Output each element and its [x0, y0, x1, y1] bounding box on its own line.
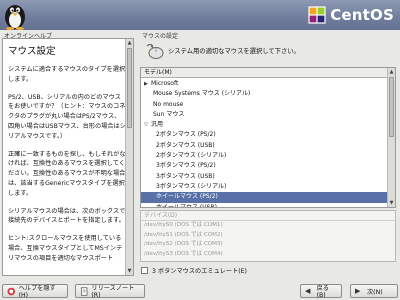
list-item-label: Mouse Systems マウス (シリアル) [153, 90, 251, 98]
list-column-header[interactable]: モデル(M) [141, 68, 389, 78]
scroll-down-arrow-icon[interactable]: ▼ [388, 199, 395, 207]
list-item-label: Sun マウス [153, 110, 185, 118]
device-row[interactable]: /dev/ttyS2 (DOS では COM3) [141, 240, 395, 250]
help-content: マウス設定 システムに適合するマウスのタイプを選択します。 PS/2、USB、シ… [8, 43, 126, 272]
list-item[interactable]: 3ボタンマウス (USB) [141, 172, 389, 182]
list-item-label: 3ボタンマウス (USB) [156, 172, 215, 180]
list-item-label: ホイールマウス (USB) [156, 203, 217, 208]
device-row[interactable]: /dev/ttyS0 (DOS では COM1) [141, 221, 395, 231]
list-item[interactable]: 2ボタンマウス (PS/2) [141, 130, 389, 140]
list-item-label: ホイールマウス (PS/2) [156, 193, 218, 201]
list-scrollbar[interactable]: ▲ ▼ [387, 68, 395, 207]
scroll-thumb[interactable] [389, 77, 394, 137]
emulate-3-button-label[interactable]: 3 ボタンマウスのエミュレート(E) [152, 266, 247, 275]
collapsed-triangle-icon[interactable]: ▶ [144, 79, 151, 89]
list-group-row[interactable]: ▶ Microsoft [141, 79, 389, 89]
emulate-3-button-row[interactable]: 3 ボタンマウスのエミュレート(E) [141, 265, 247, 275]
back-arrow-icon: ◀ [305, 286, 311, 295]
help-paragraph: 正確に一致するものを探し、もしそれがなければ、互換性のあるマウスを選択してくださ… [8, 150, 126, 197]
help-paragraph: ヒント:スクロールマウスを使用している場合、互換マウスタイプとしてMSインテリマ… [8, 235, 123, 262]
help-paragraph: システムに適合するマウスのタイプを選択します。 [8, 66, 126, 83]
device-row[interactable]: /dev/ttyS3 (DOS では COM4) [141, 250, 395, 260]
list-group-row[interactable]: ▽ 汎用 [141, 120, 389, 130]
scroll-up-arrow-icon[interactable]: ▲ [388, 68, 395, 76]
list-rows: ▶ Microsoft Mouse Systems マウス (シリアル) No mou… [141, 79, 389, 208]
list-item-label: 2ボタンマウス (PS/2) [156, 131, 216, 139]
list-item[interactable]: ホイールマウス (USB) [141, 203, 389, 208]
list-item[interactable]: Mouse Systems マウス (シリアル) [141, 89, 389, 99]
list-item[interactable]: 2ボタンマウス (シリアル) [141, 151, 389, 161]
list-item[interactable]: 3ボタンマウス (PS/2) [141, 161, 389, 171]
help-icon [7, 287, 16, 295]
back-button[interactable]: ◀ 戻る(B) [300, 284, 342, 299]
device-list-header: デバイス(D) [141, 211, 395, 221]
list-item-label: 3ボタンマウス (シリアル) [156, 182, 227, 190]
centos-emblem-icon [308, 6, 326, 24]
list-item[interactable]: 2ボタンマウス (USB) [141, 141, 389, 151]
list-item-label: No mouse [153, 100, 184, 108]
back-label: 戻る(B) [316, 285, 329, 299]
help-title: マウス設定 [8, 46, 56, 57]
scroll-thumb[interactable] [127, 48, 132, 128]
scroll-down-arrow-icon[interactable]: ▼ [126, 267, 133, 275]
header-bar: CentOS [0, 0, 400, 30]
mouse-model-list[interactable]: モデル(M) ▶ Microsoft Mouse Systems マウス (シリアル… [140, 67, 396, 208]
next-label: 次(N) [367, 288, 383, 296]
help-scrollbar[interactable]: ▲ ▼ [125, 39, 133, 275]
release-notes-label: リリースノート(R) [91, 285, 135, 299]
hide-help-label: ヘルプを隠す(H) [18, 285, 56, 299]
help-paragraph: PS/2、USB、シリアルの内のどのマウスをお使いですか？（ヒント：マウスのコネ… [8, 93, 126, 140]
list-item[interactable]: ホイールマウス (PS/2) [141, 192, 389, 203]
next-button[interactable]: ▶ 次(N) [350, 284, 398, 298]
emulate-3-button-checkbox[interactable] [141, 266, 148, 274]
list-item-label: 3ボタンマウス (PS/2) [156, 162, 216, 170]
device-row[interactable]: /dev/ttyS1 (DOS では COM2) [141, 231, 395, 241]
list-item[interactable]: Sun マウス [141, 110, 389, 120]
config-header: システム用の適切なマウスを選択して下さい。 [140, 38, 396, 64]
brand-text: CentOS [330, 6, 394, 24]
expanded-triangle-icon[interactable]: ▽ [144, 120, 151, 130]
list-item-label: 2ボタンマウス (USB) [156, 141, 215, 149]
next-arrow-icon: ▶ [355, 286, 361, 295]
mouse-icon [146, 44, 164, 59]
scroll-up-arrow-icon[interactable]: ▲ [126, 39, 133, 47]
device-list[interactable]: デバイス(D) /dev/ttyS0 (DOS では COM1) /dev/tt… [140, 210, 396, 262]
centos-logo: CentOS [308, 5, 394, 25]
help-panel[interactable]: マウス設定 システムに適合するマウスのタイプを選択します。 PS/2、USB、シ… [2, 38, 134, 276]
list-item-label: 汎用 [151, 121, 164, 129]
tux-penguin-icon [5, 5, 25, 30]
list-item-label: Microsoft [151, 80, 179, 87]
release-notes-button[interactable]: リリースノート(R) [75, 284, 145, 299]
hide-help-button[interactable]: ヘルプを隠す(H) [2, 284, 68, 299]
list-item[interactable]: 3ボタンマウス (シリアル) [141, 182, 389, 192]
list-item-label: 2ボタンマウス (シリアル) [156, 152, 227, 160]
help-paragraph: シリアルマウスの場合は、次のボックスで接続先のデバイスとポートを指定します。 [8, 207, 126, 225]
release-notes-icon [81, 286, 88, 296]
config-description: システム用の適切なマウスを選択して下さい。 [168, 48, 300, 55]
list-item[interactable]: No mouse [141, 100, 389, 110]
